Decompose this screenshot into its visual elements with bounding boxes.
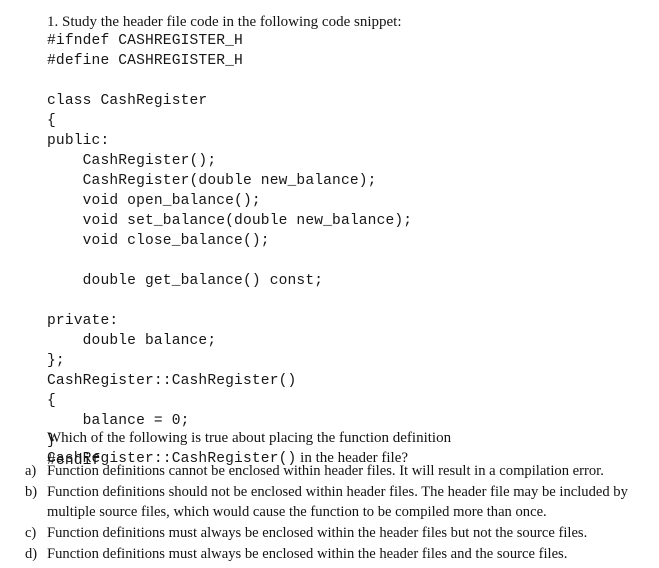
code-line: void close_balance(); [47, 233, 270, 249]
code-line: CashRegister(); [47, 153, 217, 169]
code-line: class CashRegister [47, 93, 208, 109]
code-line: { [47, 393, 56, 409]
code-line: void set_balance(double new_balance); [47, 213, 413, 229]
code-line: CashRegister::CashRegister() [47, 373, 297, 389]
code-line: double balance; [47, 333, 217, 349]
option-text: Function definitions must always be encl… [47, 546, 568, 562]
option-d[interactable]: d) Function definitions must always be e… [0, 544, 659, 564]
option-marker: c) [25, 525, 37, 541]
code-line: { [47, 113, 56, 129]
code-line: #define CASHREGISTER_H [47, 53, 243, 69]
code-line: }; [47, 353, 65, 369]
question-stem: 1. Study the header file code in the fol… [47, 12, 647, 32]
code-line: public: [47, 133, 110, 149]
code-snippet: #ifndef CASHREGISTER_H #define CASHREGIS… [47, 31, 647, 471]
option-text: Function definitions should not be enclo… [47, 484, 628, 520]
option-c[interactable]: c) Function definitions must always be e… [0, 523, 659, 543]
option-marker: b) [25, 484, 38, 500]
option-text: Function definitions cannot be enclosed … [47, 463, 604, 479]
option-marker: a) [25, 463, 37, 479]
code-line: double get_balance() const; [47, 273, 324, 289]
code-line: #ifndef CASHREGISTER_H [47, 33, 243, 49]
option-text: Function definitions must always be encl… [47, 525, 588, 541]
code-line: private: [47, 313, 119, 329]
answer-options: a) Function definitions cannot be enclos… [0, 461, 659, 565]
question-stem-text: 1. Study the header file code in the fol… [47, 14, 402, 30]
code-line: CashRegister(double new_balance); [47, 173, 377, 189]
option-a[interactable]: a) Function definitions cannot be enclos… [0, 461, 659, 481]
option-marker: d) [25, 546, 38, 562]
question-prompt-line-1: Which of the following is true about pla… [47, 428, 647, 448]
option-b[interactable]: b) Function definitions should not be en… [0, 482, 659, 522]
code-line: void open_balance(); [47, 193, 261, 209]
question-prompt-text: Which of the following is true about pla… [47, 430, 452, 446]
question-page: 1. Study the header file code in the fol… [0, 0, 659, 568]
